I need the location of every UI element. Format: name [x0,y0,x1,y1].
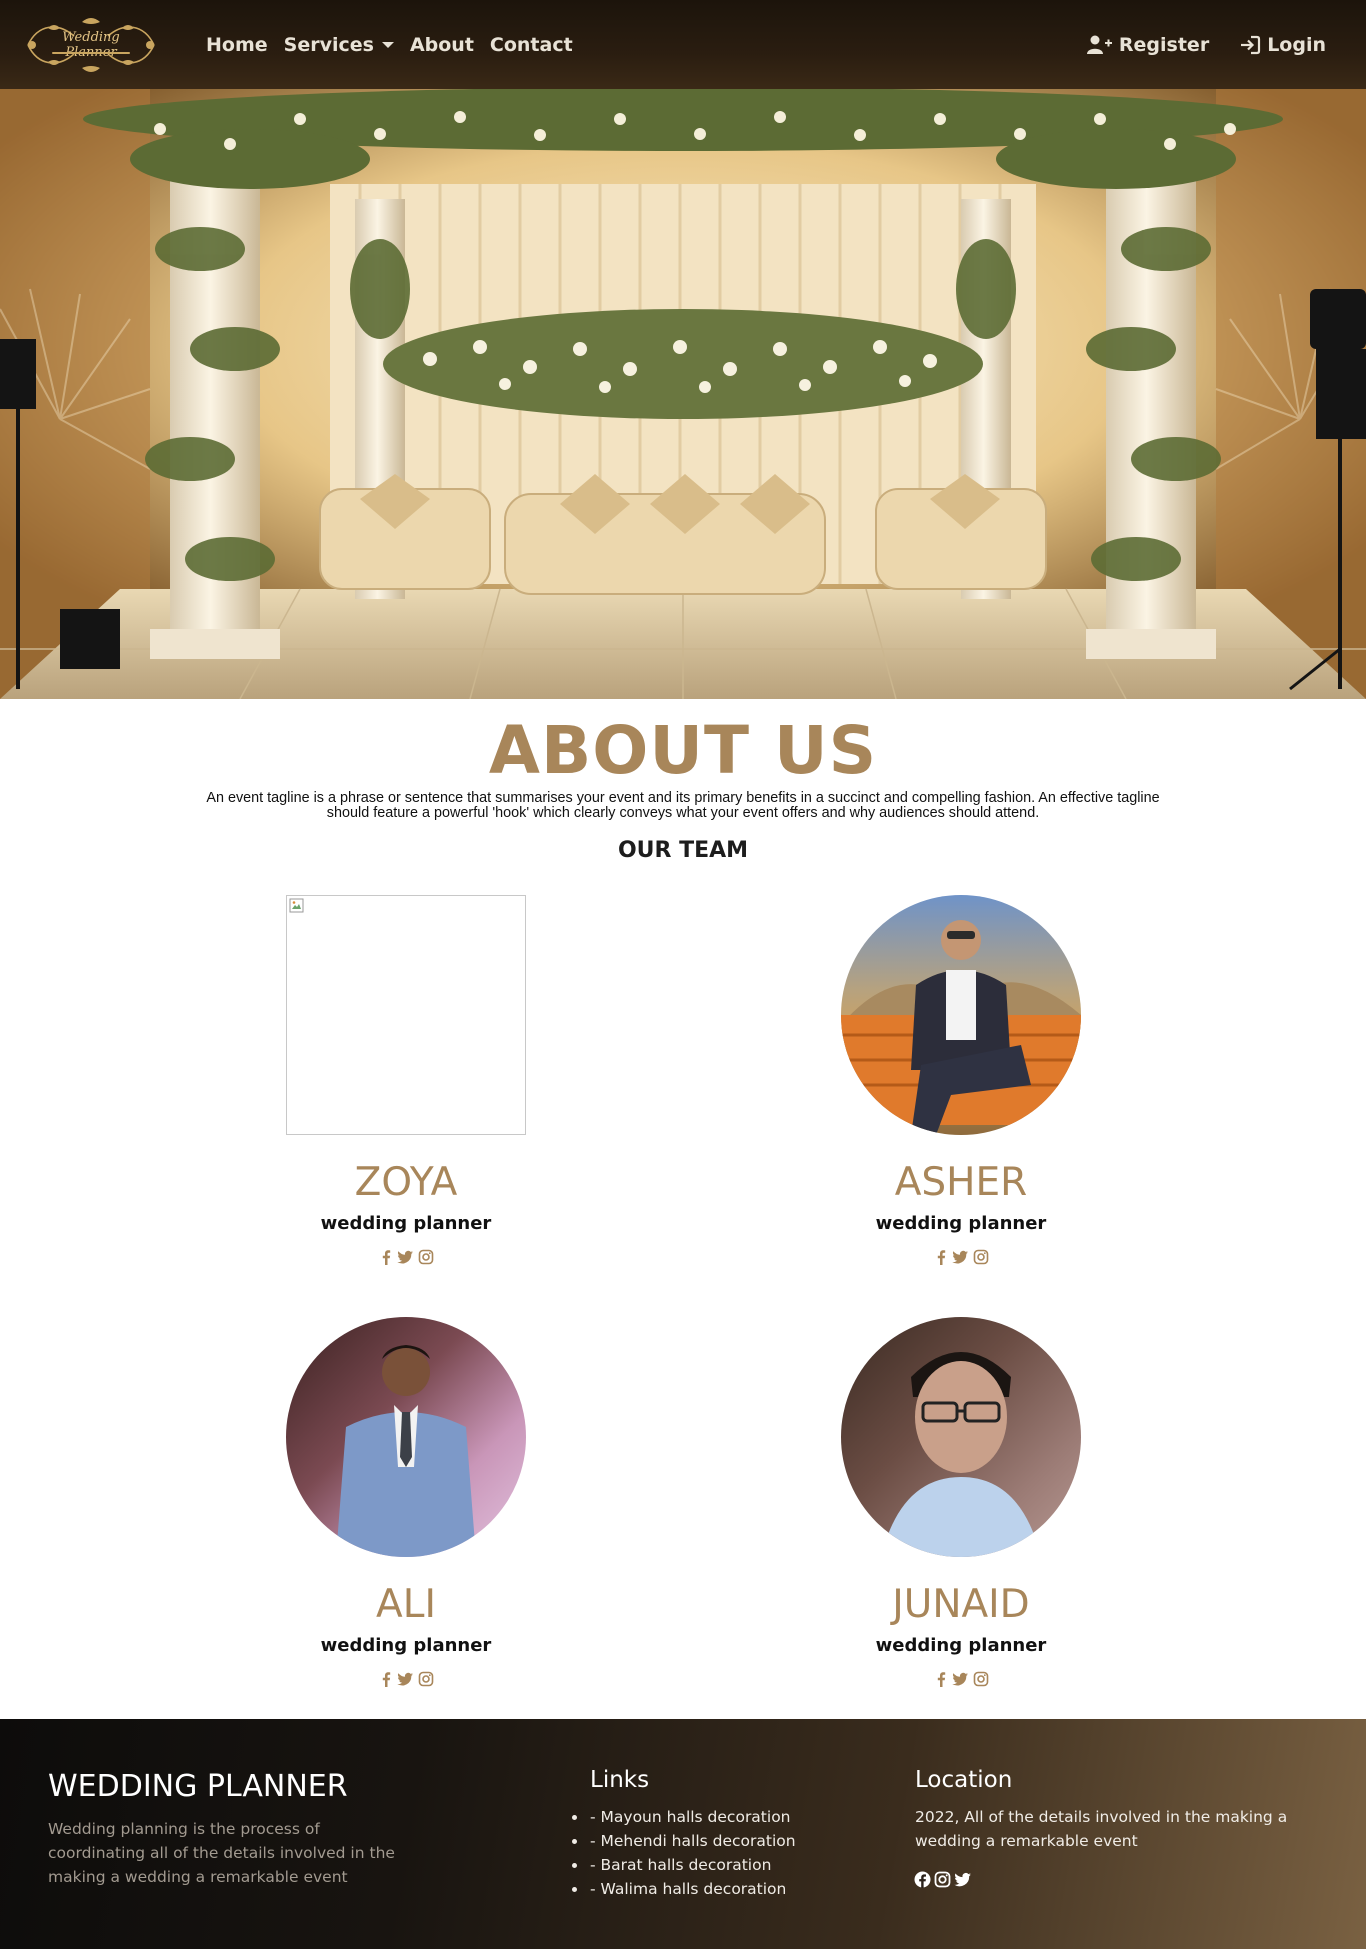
footer-links-list: - Mayoun halls decoration - Mehendi hall… [572,1805,796,1901]
login-link[interactable]: Login [1239,34,1326,56]
hero-banner-image [0,89,1366,699]
facebook-icon[interactable] [379,1249,393,1265]
broken-image-icon [289,898,304,913]
instagram-icon[interactable] [418,1249,434,1265]
nav-about[interactable]: About [410,34,474,56]
instagram-icon[interactable] [973,1671,989,1687]
team-member-photo [841,895,1081,1135]
twitter-icon[interactable] [951,1249,969,1265]
about-description: An event tagline is a phrase or sentence… [206,790,1160,821]
about-title: ABOUT US [488,712,878,789]
logo-text: Wedding Planner [62,30,120,60]
team-member-role: wedding planner [875,1635,1047,1656]
footer-link[interactable]: - Walima halls decoration [572,1877,796,1901]
nav-contact-label: Contact [489,33,573,56]
team-member-photo [286,895,526,1135]
person-silhouette [841,920,1081,1135]
team-member-social [230,1249,582,1265]
facebook-icon[interactable] [379,1671,393,1687]
team-title: OUR TEAM [617,838,749,863]
footer-link[interactable]: - Mayoun halls decoration [572,1805,796,1829]
team-member-social [785,1249,1137,1265]
nav-auth: Register Login [1086,0,1326,89]
facebook-icon[interactable] [914,1871,931,1893]
person-silhouette [881,1352,1041,1557]
instagram-icon[interactable] [934,1871,951,1893]
footer-social [914,1871,972,1893]
nav-services-label: Services [283,33,374,56]
footer-link[interactable]: - Barat halls decoration [572,1853,796,1877]
team-member-role: wedding planner [875,1213,1047,1234]
nav-about-label: About [409,33,474,56]
login-icon [1241,35,1261,54]
team-member-name: JUNAID [892,1582,1030,1627]
team-member-name: ASHER [894,1160,1028,1205]
facebook-icon[interactable] [934,1249,948,1265]
logo[interactable]: Wedding Planner [18,14,164,76]
team-member-social [785,1671,1137,1687]
register-label: Register [1118,33,1210,56]
login-label: Login [1267,33,1326,56]
instagram-icon[interactable] [973,1249,989,1265]
nav-home-label: Home [206,33,268,56]
chevron-down-icon [381,41,394,48]
footer-links-title: Links [590,1767,650,1793]
twitter-icon[interactable] [954,1871,972,1893]
team-member-name: ALI [376,1582,436,1627]
stage-decoration-illustration [0,89,1366,699]
nav-services-dropdown[interactable]: Services [284,34,394,56]
person-silhouette [336,1345,476,1557]
footer-description: Wedding planning is the process of coord… [48,1820,395,1886]
team-member-social [230,1671,582,1687]
navbar: Wedding Planner Home Services About Cont… [0,0,1366,89]
team-member-name: ZOYA [354,1160,458,1205]
twitter-icon[interactable] [396,1671,414,1687]
register-link[interactable]: Register [1086,33,1210,56]
twitter-icon[interactable] [396,1249,414,1265]
logo-subtext-line [52,52,130,54]
facebook-icon[interactable] [934,1671,948,1687]
user-plus-icon [1086,35,1112,54]
footer-title: WEDDING PLANNER [48,1769,348,1804]
footer: WEDDING PLANNER Wedding planning is the … [0,1719,1366,1949]
team-member-photo [286,1317,526,1557]
nav-home[interactable]: Home [206,34,268,56]
twitter-icon[interactable] [951,1671,969,1687]
team-member-role: wedding planner [320,1635,492,1656]
nav-contact[interactable]: Contact [490,34,573,56]
footer-location-text: 2022, All of the details involved in the… [915,1808,1288,1850]
team-member-photo [841,1317,1081,1557]
instagram-icon[interactable] [418,1671,434,1687]
nav-links: Home Services About Contact [206,0,573,89]
footer-link[interactable]: - Mehendi halls decoration [572,1829,796,1853]
team-member-role: wedding planner [320,1213,492,1234]
footer-location-title: Location [915,1767,1013,1793]
